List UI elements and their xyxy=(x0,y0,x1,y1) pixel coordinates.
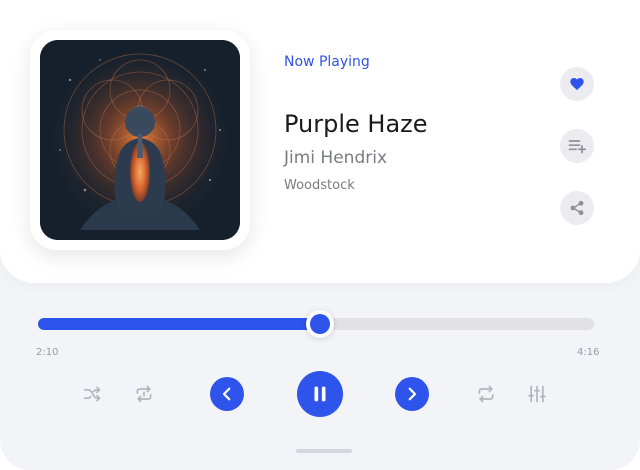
chevron-left-icon xyxy=(222,387,231,401)
sheet-handle[interactable] xyxy=(296,449,352,453)
elapsed-time: 2:10 xyxy=(36,347,59,358)
share-button[interactable] xyxy=(560,191,594,225)
pause-icon xyxy=(314,386,326,402)
heart-icon xyxy=(570,78,584,90)
album-art-image xyxy=(40,40,240,240)
album-art[interactable] xyxy=(40,40,240,240)
repeat-button[interactable] xyxy=(474,382,498,406)
track-artist[interactable]: Jimi Hendrix xyxy=(284,148,387,168)
repeat-one-icon xyxy=(136,385,152,403)
previous-button[interactable] xyxy=(210,377,244,411)
now-playing-card: Now Playing Purple Haze Jimi Hendrix Woo… xyxy=(0,0,640,283)
equalizer-button[interactable] xyxy=(525,382,549,406)
repeat-one-button[interactable] xyxy=(132,382,156,406)
track-title: Purple Haze xyxy=(284,110,428,138)
progress-fill xyxy=(38,318,321,330)
album-art-frame xyxy=(30,30,250,250)
now-playing-label: Now Playing xyxy=(284,54,370,70)
play-pause-button[interactable] xyxy=(297,371,343,417)
favorite-button[interactable] xyxy=(560,67,594,101)
track-album[interactable]: Woodstock xyxy=(284,178,355,193)
shuffle-icon xyxy=(83,386,101,402)
progress-bar[interactable] xyxy=(38,310,594,338)
add-to-playlist-icon xyxy=(568,140,587,154)
chevron-right-icon xyxy=(408,387,417,401)
total-duration: 4:16 xyxy=(577,347,600,358)
add-to-playlist-button[interactable] xyxy=(560,129,594,163)
repeat-icon xyxy=(478,385,494,403)
equalizer-icon xyxy=(528,385,546,403)
next-button[interactable] xyxy=(395,377,429,411)
share-icon xyxy=(570,200,584,216)
shuffle-button[interactable] xyxy=(80,382,104,406)
